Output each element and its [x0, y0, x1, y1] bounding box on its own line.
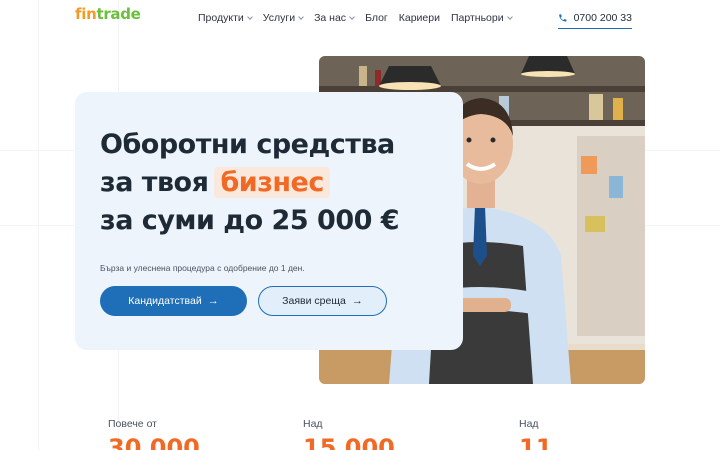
nav-item-services[interactable]: Услуги	[262, 12, 304, 24]
request-meeting-button[interactable]: Заяви среща →	[258, 286, 387, 316]
phone-link[interactable]: 0700 200 33	[558, 9, 632, 29]
headline-highlight: бизнес	[214, 167, 330, 198]
nav-item-products[interactable]: Продукти	[198, 12, 253, 24]
stat-label: Повече от	[108, 418, 157, 430]
chevron-down-icon	[349, 13, 355, 20]
nav-label: За нас	[314, 12, 347, 24]
headline-line-3: за суми до 25 000 €	[100, 205, 400, 236]
stat-value: 30 000	[108, 434, 200, 450]
stat-block-1: Повече от 30 000	[108, 418, 200, 450]
site-header: fintrade Продукти Услуги За нас Блог Кар…	[0, 0, 720, 40]
stat-value: 15 000	[303, 434, 395, 450]
nav-item-about[interactable]: За нас	[314, 12, 355, 24]
phone-icon	[559, 13, 567, 22]
phone-number: 0700 200 33	[573, 11, 632, 24]
fintrade-logo[interactable]: fintrade	[75, 5, 141, 23]
logo-text-trade: trade	[96, 5, 141, 23]
nav-item-careers[interactable]: Кариери	[399, 12, 440, 24]
hero-subtext: Бърза и улеснена процедура с одобрение д…	[100, 263, 305, 273]
nav-item-blog[interactable]: Блог	[365, 12, 388, 24]
nav-label: Услуги	[262, 12, 296, 24]
nav-label: Продукти	[198, 12, 244, 24]
request-meeting-button-label: Заяви среща	[282, 295, 346, 307]
stat-label: Над	[303, 418, 323, 430]
nav-item-partners[interactable]: Партньори	[450, 12, 513, 24]
hero-headline: Оборотни средства за твоя бизнес за суми …	[100, 126, 440, 240]
headline-line-2: за твоя бизнес	[100, 164, 440, 202]
main-nav: Продукти Услуги За нас Блог Кариери Парт…	[198, 12, 523, 24]
headline-line-1: Оборотни средства	[100, 129, 395, 160]
nav-label: Блог	[365, 12, 388, 24]
arrow-right-icon: →	[351, 295, 363, 307]
apply-button-label: Кандидатствай	[128, 295, 202, 307]
stat-value: 11	[519, 434, 553, 450]
stat-block-2: Над 15 000	[303, 418, 395, 450]
logo-text-fin: fin	[75, 5, 97, 23]
chevron-down-icon	[506, 13, 513, 20]
nav-label: Кариери	[398, 12, 440, 24]
chevron-down-icon	[298, 13, 304, 20]
apply-button[interactable]: Кандидатствай →	[100, 286, 247, 316]
chevron-down-icon	[246, 13, 253, 20]
stat-block-3: Над 11	[519, 418, 552, 450]
headline-line-2-prefix: за твоя	[100, 167, 209, 198]
arrow-right-icon: →	[207, 295, 219, 307]
nav-label: Партньори	[450, 12, 504, 24]
stat-label: Над	[519, 418, 539, 430]
